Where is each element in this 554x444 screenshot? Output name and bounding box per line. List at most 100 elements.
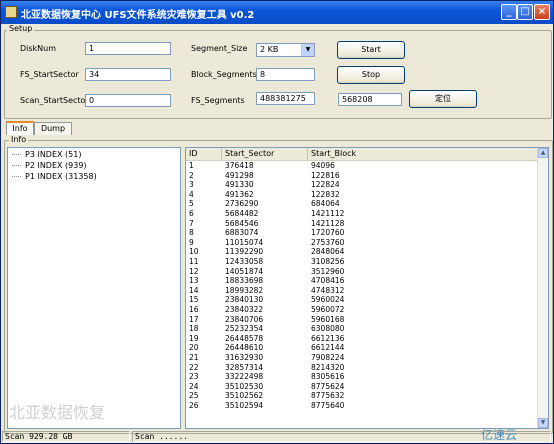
cell-start-block: 122816 [311,170,340,180]
cell-start-sector: 23840130 [225,295,264,305]
cell-start-sector: 33222498 [225,372,264,382]
tab-dump[interactable]: Dump [34,122,72,135]
segment-table[interactable]: ID Start_Sector Start_Block 1 376418 94096… [185,147,549,429]
start-button[interactable]: Start [337,41,405,59]
cell-start-sector: 12433058 [225,257,264,266]
fs-segments-input[interactable]: 488381275 [256,92,315,105]
scroll-up-icon[interactable]: ▲ [538,148,548,158]
cell-id: 14 [189,285,199,295]
cell-start-block: 8775632 [311,391,345,401]
watermark-text: 北亚数据恢复 [9,403,106,422]
maximize-button[interactable]: □ [517,4,533,20]
disknum-label: DiskNum [20,44,57,53]
cell-start-sector: 18833698 [225,276,264,286]
fs-startsector-input[interactable]: 34 [85,68,171,81]
cell-start-block: 1720760 [311,228,345,238]
cell-start-sector: 14051874 [225,266,264,276]
cell-start-block: 1421128 [311,218,345,228]
cell-start-sector: 32857314 [225,362,264,372]
chevron-down-icon[interactable]: ▼ [301,44,314,56]
cell-start-block: 6612144 [311,343,345,353]
app-icon [5,6,17,18]
cell-start-sector: 491298 [225,170,254,180]
cell-start-block: 7908224 [311,353,345,362]
cell-start-block: 5960072 [311,305,345,314]
col-header-start-sector[interactable]: Start_Sector [222,148,308,160]
tree-item-p3[interactable]: P3 INDEX (51) [12,150,81,159]
cell-start-block: 94096 [311,161,335,170]
cell-id: 20 [189,343,199,353]
disknum-input[interactable]: 1 [85,42,171,55]
cell-start-sector: 23840706 [225,314,264,324]
cell-id: 13 [189,276,199,286]
segment-size-label: Segment_Size [191,44,248,53]
vertical-scrollbar[interactable]: ▲ ▼ [537,148,548,428]
scan-startsector-input[interactable]: 0 [85,94,171,107]
cell-start-sector: 376418 [225,161,254,170]
cell-start-block: 122832 [311,189,340,199]
cell-start-block: 8305616 [311,372,345,382]
cell-id: 24 [189,381,199,391]
tree-item-p1[interactable]: P1 INDEX (31358) [12,172,97,181]
title-bar[interactable]: 北亚数据恢复中心 UFS文件系统灾难恢复工具 v0.2 _ □ × [1,1,553,24]
block-segments-label: Block_Segments [191,70,257,79]
cell-id: 2 [189,170,194,180]
scroll-down-icon[interactable]: ▼ [538,418,548,428]
cell-start-sector: 26448578 [225,333,264,343]
cell-id: 23 [189,372,199,382]
cell-start-sector: 35102562 [225,391,264,401]
fs-startsector-label: FS_StartSector [20,70,79,79]
cell-start-sector: 18993282 [225,285,264,295]
index-tree[interactable]: P3 INDEX (51) P2 INDEX (939) P1 INDEX (3… [7,147,181,429]
cell-start-sector: 25232354 [225,324,264,334]
cell-start-block: 8775624 [311,381,345,391]
cell-start-sector: 2736290 [225,199,259,209]
cell-start-sector: 23840322 [225,305,264,314]
cell-id: 10 [189,247,199,257]
cell-start-block: 3512960 [311,266,345,276]
cell-id: 16 [189,305,199,314]
cell-id: 25 [189,391,199,401]
cell-start-block: 4748312 [311,285,345,295]
col-header-start-block[interactable]: Start_Block [308,148,540,160]
cell-id: 15 [189,295,199,305]
cell-start-sector: 6883074 [225,228,259,238]
cell-id: 11 [189,257,199,266]
block-segments-input[interactable]: 8 [256,68,315,81]
cell-start-sector: 5684546 [225,218,259,228]
main-window: 北亚数据恢复中心 UFS文件系统灾难恢复工具 v0.2 _ □ × Setup … [0,0,554,444]
cell-id: 4 [189,189,194,199]
locate-input[interactable]: 568208 [338,93,402,106]
cell-id: 7 [189,218,194,228]
status-scan-size: Scan 929.28 GB [2,431,130,442]
cell-start-block: 1421112 [311,209,345,218]
cell-start-block: 3108256 [311,257,345,266]
cell-start-sector: 31632930 [225,353,264,362]
window-title: 北亚数据恢复中心 UFS文件系统灾难恢复工具 v0.2 [21,10,255,21]
cell-id: 9 [189,237,194,247]
cell-id: 18 [189,324,199,334]
cell-start-block: 8775640 [311,401,345,410]
cell-id: 22 [189,362,199,372]
status-scan-progress: Scan ...... [132,431,551,442]
cell-start-block: 8214320 [311,362,345,372]
tab-info[interactable]: Info [6,121,34,135]
cell-start-block: 122824 [311,180,340,190]
cell-id: 26 [189,401,199,410]
cell-id: 1 [189,161,194,170]
minimize-button[interactable]: _ [501,4,517,20]
stop-button[interactable]: Stop [337,66,405,84]
cell-start-sector: 11015074 [225,237,264,247]
tree-item-p2[interactable]: P2 INDEX (939) [12,161,87,170]
col-header-id[interactable]: ID [186,148,222,160]
status-bar: Scan 929.28 GB Scan ...... [1,431,553,443]
cell-id: 19 [189,333,199,343]
cell-start-block: 684064 [311,199,340,209]
cell-id: 5 [189,199,194,209]
locate-button[interactable]: 定位 [409,90,477,108]
info-group-label: Info [9,135,29,144]
close-button[interactable]: × [534,4,550,20]
cell-id: 17 [189,314,199,324]
cell-start-block: 5960024 [311,295,345,305]
segment-size-select[interactable]: 2 KB ▼ [256,43,315,57]
